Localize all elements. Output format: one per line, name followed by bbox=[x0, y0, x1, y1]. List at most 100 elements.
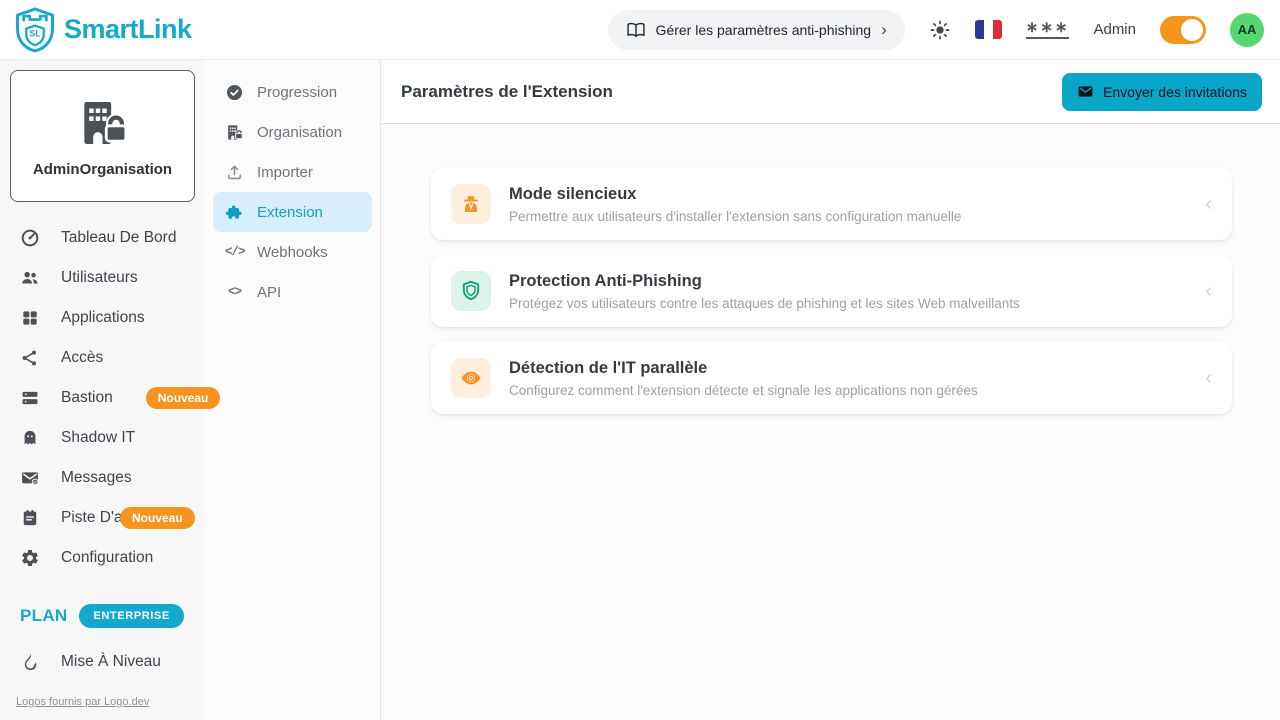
card-description: Permettre aux utilisateurs d'installer l… bbox=[509, 209, 961, 224]
enterprise-plan-badge[interactable]: ENTERPRISE bbox=[79, 604, 183, 628]
chevron-left-icon: ‹ bbox=[1205, 194, 1212, 214]
subnav-item-organisation[interactable]: Organisation bbox=[213, 112, 372, 152]
french-flag-icon[interactable] bbox=[975, 20, 1002, 39]
organisation-name: AdminOrganisation bbox=[33, 161, 172, 178]
plan-row: PLAN ENTERPRISE bbox=[10, 604, 195, 628]
sidebar-item-label: Applications bbox=[61, 309, 145, 327]
setting-card-protection-anti-phishing[interactable]: Protection Anti-Phishing Protégez vos ut… bbox=[431, 255, 1232, 327]
building-lock-icon bbox=[225, 123, 244, 142]
logo-dev-attribution-link[interactable]: Logos fournis par Logo.dev bbox=[16, 696, 195, 708]
avatar[interactable]: AA bbox=[1230, 13, 1264, 47]
sidebar-item-tableau-de-bord[interactable]: Tableau De Bord bbox=[10, 218, 195, 258]
mail-at-icon: @ bbox=[20, 468, 40, 488]
sidebar-item-bastion[interactable]: Bastion Nouveau bbox=[10, 378, 195, 418]
building-lock-icon bbox=[75, 95, 131, 151]
app-body: AdminOrganisation Tableau De Bord bbox=[0, 60, 1280, 720]
sidebar: AdminOrganisation Tableau De Bord bbox=[0, 60, 205, 720]
gauge-icon bbox=[20, 228, 40, 248]
manage-button-label: Gérer les paramètres anti-phishing bbox=[656, 22, 872, 38]
organisation-card[interactable]: AdminOrganisation bbox=[10, 70, 195, 202]
admin-label: Admin bbox=[1093, 21, 1136, 38]
manage-anti-phishing-button[interactable]: Gérer les paramètres anti-phishing › bbox=[608, 10, 905, 50]
topbar-actions: Gérer les paramètres anti-phishing › bbox=[608, 10, 1264, 50]
eye-icon bbox=[459, 366, 483, 390]
card-icon-box bbox=[451, 184, 491, 224]
subnav-item-extension[interactable]: Extension bbox=[213, 192, 372, 232]
share-icon bbox=[20, 348, 40, 368]
main-header: Paramètres de l'Extension Envoyer des in… bbox=[381, 60, 1280, 124]
subnav-item-label: Importer bbox=[257, 164, 313, 181]
server-icon bbox=[20, 388, 40, 408]
check-circle-icon bbox=[225, 83, 244, 102]
upgrade-label: Mise À Niveau bbox=[61, 653, 161, 671]
sidebar-item-applications[interactable]: Applications bbox=[10, 298, 195, 338]
svg-text:SL: SL bbox=[29, 28, 41, 38]
flame-icon bbox=[20, 652, 40, 672]
users-icon bbox=[20, 268, 40, 288]
card-texts: Protection Anti-Phishing Protégez vos ut… bbox=[509, 272, 1020, 311]
card-description: Protégez vos utilisateurs contre les att… bbox=[509, 296, 1020, 311]
sidebar-item-utilisateurs[interactable]: Utilisateurs bbox=[10, 258, 195, 298]
sun-icon bbox=[929, 19, 951, 41]
card-icon-box bbox=[451, 358, 491, 398]
open-book-icon bbox=[626, 20, 646, 40]
subnav-item-progression[interactable]: Progression bbox=[213, 72, 372, 112]
toggle-knob bbox=[1181, 19, 1203, 41]
logo-shield-icon: SL bbox=[14, 7, 56, 53]
subnav-item-label: Extension bbox=[257, 204, 323, 221]
chevron-right-icon: › bbox=[881, 21, 887, 38]
grid-icon bbox=[20, 308, 40, 328]
sidebar-item-label: Shadow IT bbox=[61, 429, 135, 447]
subnav-item-label: Organisation bbox=[257, 124, 342, 141]
shield-icon bbox=[459, 279, 483, 303]
flag-white-stripe bbox=[984, 20, 993, 39]
sidebar-item-configuration[interactable]: Configuration bbox=[10, 538, 195, 578]
setting-card-detection-it-parallele[interactable]: Détection de l'IT parallèle Configurez c… bbox=[431, 342, 1232, 414]
sidebar-item-label: Bastion bbox=[61, 389, 113, 407]
page-title: Paramètres de l'Extension bbox=[401, 82, 613, 102]
flag-red-stripe bbox=[993, 20, 1002, 39]
more-options-button[interactable]: ∗∗∗ bbox=[1026, 20, 1070, 39]
card-title: Mode silencieux bbox=[509, 185, 961, 204]
spy-icon bbox=[459, 192, 483, 216]
subnav-item-api[interactable]: <> API bbox=[213, 272, 372, 312]
code-slash-icon: </> bbox=[225, 245, 244, 259]
envelope-icon bbox=[1077, 83, 1094, 100]
sidebar-nav: Tableau De Bord Utilisateurs bbox=[10, 218, 195, 578]
admin-toggle[interactable] bbox=[1160, 16, 1206, 44]
extension-subnav: Progression Organisation bbox=[205, 60, 381, 720]
send-invitations-label: Envoyer des invitations bbox=[1103, 84, 1247, 100]
nouveau-badge: Nouveau bbox=[120, 507, 195, 529]
sidebar-item-label: Configuration bbox=[61, 549, 153, 567]
upload-icon bbox=[225, 163, 244, 182]
extension-settings-list: Mode silencieux Permettre aux utilisateu… bbox=[381, 124, 1280, 720]
sidebar-item-piste-daudit[interactable]: Piste D'audit Nouveau bbox=[10, 498, 195, 538]
sidebar-item-label: Accès bbox=[61, 349, 103, 367]
sidebar-item-label: Tableau De Bord bbox=[61, 229, 176, 247]
gear-icon bbox=[20, 548, 40, 568]
ghost-icon bbox=[20, 428, 40, 448]
chevron-left-icon: ‹ bbox=[1205, 368, 1212, 388]
puzzle-icon bbox=[225, 203, 244, 222]
sidebar-item-mise-a-niveau[interactable]: Mise À Niveau bbox=[10, 642, 195, 682]
theme-sun-button[interactable] bbox=[929, 19, 951, 41]
topbar: SL SmartLink Gérer les paramètres anti-p… bbox=[0, 0, 1280, 60]
sidebar-item-acces[interactable]: Accès bbox=[10, 338, 195, 378]
subnav-item-label: API bbox=[257, 284, 281, 301]
subnav-item-label: Progression bbox=[257, 84, 337, 101]
chevron-left-icon: ‹ bbox=[1205, 281, 1212, 301]
sidebar-item-shadow-it[interactable]: Shadow IT bbox=[10, 418, 195, 458]
card-title: Détection de l'IT parallèle bbox=[509, 359, 978, 378]
subnav-item-label: Webhooks bbox=[257, 244, 328, 261]
subnav-item-webhooks[interactable]: </> Webhooks bbox=[213, 232, 372, 272]
brand-logo[interactable]: SL SmartLink bbox=[14, 7, 192, 53]
setting-card-mode-silencieux[interactable]: Mode silencieux Permettre aux utilisateu… bbox=[431, 168, 1232, 240]
svg-text:@: @ bbox=[33, 481, 37, 485]
sidebar-item-label: Utilisateurs bbox=[61, 269, 138, 287]
sidebar-item-messages[interactable]: @ Messages bbox=[10, 458, 195, 498]
subnav-item-importer[interactable]: Importer bbox=[213, 152, 372, 192]
send-invitations-button[interactable]: Envoyer des invitations bbox=[1062, 73, 1262, 111]
journal-icon bbox=[20, 508, 40, 528]
card-texts: Détection de l'IT parallèle Configurez c… bbox=[509, 359, 978, 398]
sidebar-item-label: Messages bbox=[61, 469, 132, 487]
